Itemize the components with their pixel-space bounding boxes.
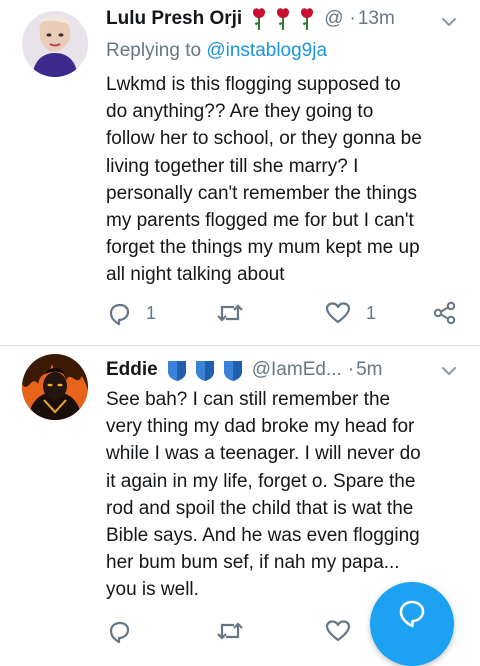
- separator-dot: ·: [349, 8, 356, 29]
- tweet-text: See bah? I can still remember the very t…: [106, 389, 421, 601]
- heart-icon: [325, 302, 351, 324]
- tweet-header: Lulu Presh Orji @ · 13m: [106, 4, 460, 34]
- retweet-button[interactable]: [216, 618, 244, 644]
- speech-bubble-icon: [399, 600, 425, 628]
- blue-heart-emoji-icon: [195, 361, 214, 381]
- share-button[interactable]: [432, 300, 458, 326]
- like-button[interactable]: 1: [324, 300, 376, 326]
- name-emojis: [166, 358, 244, 382]
- like-count: 1: [366, 302, 377, 323]
- tweet-text: Lwkmd is this flogging supposed to do an…: [106, 74, 422, 286]
- replying-to-label: Replying to: [106, 40, 202, 61]
- avatar-woman-photo: [22, 11, 88, 77]
- avatar-fire-demon-image: [22, 354, 88, 420]
- blue-heart-emoji-icon: [223, 361, 242, 381]
- reply-count: 1: [146, 302, 157, 323]
- reply-icon: [109, 303, 130, 326]
- replying-to: Replying to @instablog9ja: [106, 40, 327, 62]
- retweet-icon: [217, 304, 243, 322]
- chevron-down-icon[interactable]: [440, 362, 458, 380]
- reply-button[interactable]: 1: [106, 300, 156, 326]
- separator-dot: ·: [347, 359, 355, 380]
- tweet-header: Eddie @IamEd... · 5m: [106, 355, 460, 385]
- reply-mention-link[interactable]: @instablog9ja: [206, 40, 327, 61]
- rose-emoji-icon: [253, 8, 266, 30]
- avatar[interactable]: [22, 11, 88, 77]
- blue-heart-emoji-icon: [167, 361, 186, 381]
- rose-emoji-icon: [277, 8, 290, 30]
- display-name[interactable]: Eddie: [106, 359, 158, 381]
- compose-reply-fab[interactable]: [370, 582, 454, 666]
- chevron-down-icon[interactable]: [440, 13, 458, 31]
- rose-emoji-icon: [301, 8, 314, 30]
- share-icon: [433, 301, 456, 325]
- avatar[interactable]: [22, 354, 88, 420]
- tweet-lulu[interactable]: Lulu Presh Orji @ · 13m Replying to @ins…: [0, 0, 480, 346]
- name-emojis: [250, 7, 316, 31]
- heart-icon: [325, 620, 351, 642]
- like-button[interactable]: [324, 618, 352, 644]
- reply-icon: [109, 621, 130, 644]
- timestamp[interactable]: 5m: [356, 359, 382, 381]
- handle[interactable]: @: [324, 8, 343, 30]
- handle[interactable]: @IamEd...: [252, 359, 342, 381]
- display-name[interactable]: Lulu Presh Orji: [106, 8, 242, 30]
- reply-button[interactable]: [106, 618, 132, 644]
- retweet-button[interactable]: [216, 300, 244, 326]
- timestamp[interactable]: 13m: [358, 8, 395, 30]
- retweet-icon: [217, 622, 243, 640]
- tweet-actions: 1 1: [0, 296, 480, 330]
